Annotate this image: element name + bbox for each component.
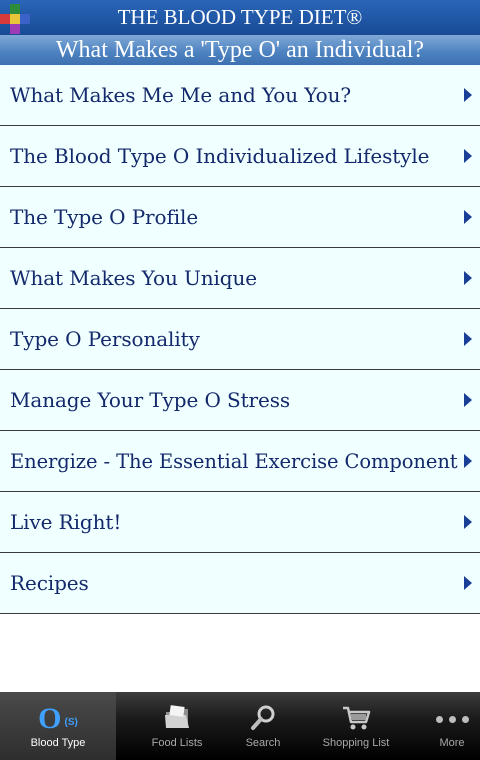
menu-list: What Makes Me Me and You You? The Blood … <box>0 65 480 614</box>
secretor-status: (S) <box>64 717 78 728</box>
app-header: THE BLOOD TYPE DIET® <box>0 0 480 35</box>
menu-item-label: The Blood Type O Individualized Lifestyl… <box>10 144 430 168</box>
tab-label: Search <box>245 737 281 749</box>
chevron-right-icon <box>464 88 472 102</box>
chevron-right-icon <box>464 515 472 529</box>
chevron-right-icon <box>464 271 472 285</box>
menu-item-label: Manage Your Type O Stress <box>10 388 291 412</box>
tab-label: Shopping List <box>322 737 390 749</box>
app-logo-icon <box>0 4 30 34</box>
menu-item-label: What Makes Me Me and You You? <box>10 83 351 107</box>
cart-icon <box>288 704 424 734</box>
tab-food-lists[interactable]: Food Lists <box>116 692 238 760</box>
menu-item-label: Recipes <box>10 571 89 595</box>
chevron-right-icon <box>464 149 472 163</box>
menu-item-what-makes-me-me[interactable]: What Makes Me Me and You You? <box>0 65 480 126</box>
chevron-right-icon <box>464 332 472 346</box>
bottom-tab-bar: O (S) Blood Type Food Lists Search Shopp… <box>0 692 480 760</box>
menu-item-type-o-profile[interactable]: The Type O Profile <box>0 187 480 248</box>
tab-label: Blood Type <box>30 737 86 749</box>
menu-item-label: Energize - The Essential Exercise Compon… <box>10 449 458 473</box>
menu-item-label: The Type O Profile <box>10 205 199 229</box>
tab-search[interactable]: Search <box>238 692 288 760</box>
tab-shopping-list[interactable]: Shopping List <box>288 692 424 760</box>
chevron-right-icon <box>464 393 472 407</box>
folder-icon <box>116 704 238 734</box>
chevron-right-icon <box>464 576 472 590</box>
menu-item-label: Type O Personality <box>10 327 200 351</box>
chevron-right-icon <box>464 454 472 468</box>
menu-item-recipes[interactable]: Recipes <box>0 553 480 614</box>
app-title: THE BLOOD TYPE DIET® <box>117 5 363 29</box>
tab-label: More <box>439 737 465 749</box>
tab-more[interactable]: More <box>424 692 480 760</box>
blood-type-icon: O (S) <box>0 704 116 734</box>
menu-item-individualized-lifestyle[interactable]: The Blood Type O Individualized Lifestyl… <box>0 126 480 187</box>
menu-item-type-o-personality[interactable]: Type O Personality <box>0 309 480 370</box>
menu-item-live-right[interactable]: Live Right! <box>0 492 480 553</box>
menu-item-what-makes-you-unique[interactable]: What Makes You Unique <box>0 248 480 309</box>
blood-type-value: O <box>38 702 62 735</box>
menu-item-label: Live Right! <box>10 510 122 534</box>
menu-item-label: What Makes You Unique <box>10 266 258 290</box>
menu-item-energize[interactable]: Energize - The Essential Exercise Compon… <box>0 431 480 492</box>
section-title: What Makes a 'Type O' an Individual? <box>0 35 480 65</box>
chevron-right-icon <box>464 210 472 224</box>
more-dots-icon <box>424 704 480 734</box>
menu-item-manage-stress[interactable]: Manage Your Type O Stress <box>0 370 480 431</box>
tab-label: Food Lists <box>151 737 203 749</box>
magnifier-icon <box>238 704 288 734</box>
tab-blood-type[interactable]: O (S) Blood Type <box>0 692 116 760</box>
